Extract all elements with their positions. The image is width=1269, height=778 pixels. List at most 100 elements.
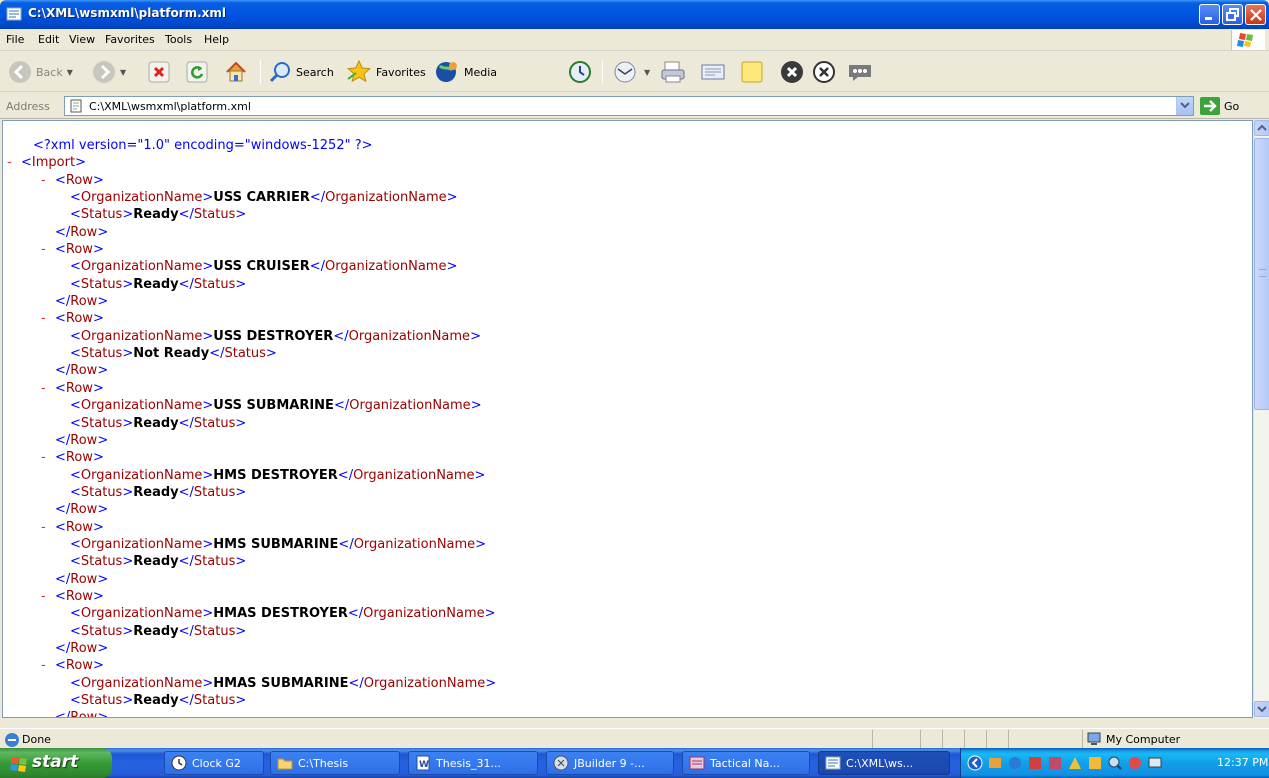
task-jbuilder[interactable]: JBuilder 9 -...: [546, 751, 674, 775]
search-label: Search: [296, 65, 334, 79]
task-clock-g2[interactable]: Clock G2: [164, 751, 264, 775]
window-title: C:\XML\wsmxml\platform.xml: [28, 6, 227, 20]
xml-status: <Status>Ready</Status>: [70, 623, 247, 639]
discuss-button[interactable]: [740, 58, 764, 86]
stop-icon: [148, 61, 170, 83]
tray-app-icon[interactable]: [987, 755, 1003, 771]
chevron-down-icon[interactable]: ▼: [67, 68, 73, 77]
stop-button[interactable]: [148, 58, 170, 86]
browser-window: C:\XML\wsmxml\platform.xml File Edit Vie…: [0, 0, 1269, 748]
tray-app-icon[interactable]: [1047, 755, 1063, 771]
tray-monitor-icon[interactable]: [1147, 755, 1163, 771]
task-thesis-doc[interactable]: W Thesis_31...: [408, 751, 538, 775]
document-view[interactable]: <?xml version="1.0" encoding="windows-12…: [2, 120, 1253, 718]
scroll-down-button[interactable]: [1254, 701, 1269, 717]
address-dropdown-button[interactable]: [1176, 97, 1193, 115]
restore-icon: [1226, 8, 1239, 21]
go-button[interactable]: Go: [1200, 97, 1239, 115]
minimize-button[interactable]: [1199, 4, 1220, 25]
close-button[interactable]: [1245, 4, 1266, 25]
xml-status: <Status>Ready</Status>: [70, 276, 247, 292]
collapse-toggle[interactable]: -: [7, 154, 12, 171]
collapse-toggle[interactable]: -: [41, 657, 46, 674]
collapse-toggle[interactable]: -: [41, 241, 46, 258]
title-bar[interactable]: C:\XML\wsmxml\platform.xml: [0, 0, 1269, 29]
favorites-star-icon: [346, 59, 372, 83]
chevron-down-icon: [1180, 102, 1190, 109]
collapse-toggle[interactable]: -: [41, 519, 46, 536]
menu-help[interactable]: Help: [204, 33, 229, 46]
menu-favorites[interactable]: Favorites: [105, 33, 155, 46]
start-label: start: [32, 752, 79, 772]
status-value: Ready: [133, 623, 179, 639]
task-tactical[interactable]: Tactical Na...: [682, 751, 810, 775]
refresh-icon: [186, 61, 208, 83]
xml-organization-name: <OrganizationName>HMAS DESTROYER</Organi…: [70, 606, 496, 622]
tray-app-icon[interactable]: [1027, 755, 1043, 771]
maximize-button[interactable]: [1222, 4, 1243, 25]
task-xml-browser[interactable]: C:\XML\ws...: [818, 751, 950, 775]
collapse-toggle[interactable]: -: [41, 449, 46, 466]
collapse-toggle[interactable]: -: [41, 588, 46, 605]
address-input[interactable]: C:\XML\wsmxml\platform.xml: [64, 96, 1194, 116]
go-arrow-icon: [1200, 97, 1220, 115]
back-button[interactable]: Back ▼: [8, 58, 73, 86]
tray-expand-icon[interactable]: [967, 755, 983, 771]
status-value: Ready: [133, 276, 179, 292]
cancel-circle-icon: [813, 61, 835, 83]
start-button[interactable]: start: [0, 748, 112, 778]
xml-row-close: </Row>: [55, 571, 109, 587]
media-button[interactable]: Media: [434, 58, 497, 86]
home-icon: [226, 61, 246, 82]
tray-app-icon[interactable]: [1087, 755, 1103, 771]
back-arrow-icon: [9, 61, 31, 83]
system-tray: 12:37 PM: [960, 748, 1269, 778]
tray-app-icon[interactable]: [1067, 755, 1083, 771]
go-label: Go: [1224, 99, 1240, 113]
forward-button[interactable]: ▼: [92, 58, 126, 86]
organization-name-value: USS DESTROYER: [213, 328, 334, 344]
chevron-down-icon[interactable]: ▼: [644, 68, 650, 77]
print-button[interactable]: [660, 58, 686, 86]
scroll-thumb[interactable]: [1254, 138, 1269, 410]
tray-app-icon[interactable]: [1127, 755, 1143, 771]
xml-row-open: - <Row>: [41, 449, 104, 466]
printer-icon: [661, 61, 685, 83]
chevron-down-icon[interactable]: ▼: [120, 68, 126, 77]
tray-search-icon[interactable]: [1107, 755, 1123, 771]
internet-explorer-icon: [825, 756, 841, 770]
messenger-button[interactable]: [780, 58, 804, 86]
status-text: Done: [22, 733, 51, 746]
collapse-toggle[interactable]: -: [41, 310, 46, 327]
history-button[interactable]: [568, 58, 592, 86]
organization-name-value: USS CARRIER: [213, 190, 310, 206]
xml-row-open: - <Row>: [41, 310, 104, 327]
research-button[interactable]: [812, 58, 836, 86]
menu-view[interactable]: View: [69, 33, 95, 46]
home-button[interactable]: [224, 58, 248, 86]
refresh-button[interactable]: [186, 58, 208, 86]
search-button[interactable]: Search: [268, 58, 334, 86]
collapse-toggle[interactable]: -: [41, 380, 46, 397]
xml-declaration: <?xml version="1.0" encoding="windows-12…: [33, 138, 373, 153]
word-document-icon: W: [416, 755, 430, 771]
menu-file[interactable]: File: [6, 33, 24, 46]
zone-label: My Computer: [1106, 732, 1181, 746]
tactical-app-icon: [689, 756, 705, 770]
tray-network-icon[interactable]: [1007, 755, 1023, 771]
windows-flag-icon: [10, 757, 27, 772]
edit-button[interactable]: [700, 58, 726, 86]
security-zone: My Computer: [1086, 731, 1180, 747]
close-circle-icon: [781, 61, 803, 83]
task-thesis-folder[interactable]: C:\Thesis: [270, 751, 400, 775]
menu-edit[interactable]: Edit: [38, 33, 59, 46]
menu-tools[interactable]: Tools: [165, 33, 192, 46]
vertical-scrollbar[interactable]: [1253, 120, 1269, 718]
status-value: Ready: [133, 554, 179, 570]
scroll-up-button[interactable]: [1254, 120, 1269, 136]
xml-row-close: </Row>: [55, 640, 109, 656]
favorites-button[interactable]: Favorites: [346, 58, 426, 86]
collapse-toggle[interactable]: -: [41, 172, 46, 189]
chat-button[interactable]: [846, 58, 874, 86]
mail-button[interactable]: ▼: [612, 58, 650, 86]
